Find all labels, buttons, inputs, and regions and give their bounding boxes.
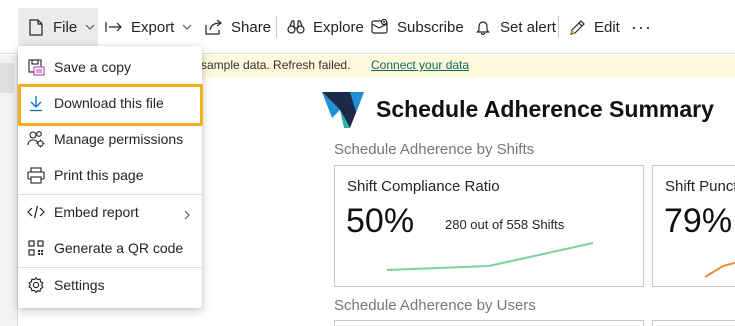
export-button[interactable]: Export [105, 8, 192, 46]
file-icon [27, 18, 45, 36]
qr-code-icon [27, 239, 45, 257]
sparkline [704, 261, 735, 278]
toolbar-divider [276, 16, 277, 38]
menu-item-label: Manage permissions [54, 131, 184, 147]
menu-item-label: Generate a QR code [54, 240, 184, 256]
download-highlight-box [18, 84, 203, 126]
chevron-right-icon [182, 207, 192, 220]
more-options-button[interactable]: ··· [631, 8, 652, 46]
kpi-card-partial [334, 320, 644, 326]
sparkline [386, 242, 594, 271]
pencil-icon [568, 18, 586, 36]
chevron-down-icon [182, 22, 192, 32]
explore-label: Explore [313, 18, 364, 36]
kpi-card-partial [652, 320, 735, 326]
share-button[interactable]: Share [205, 8, 271, 46]
menu-item-print-this-page[interactable]: Print this page [18, 158, 202, 192]
file-label: File [53, 18, 78, 36]
embed-code-icon [27, 203, 45, 221]
edit-label: Edit [594, 18, 620, 36]
binoculars-icon [287, 18, 305, 36]
explore-button[interactable]: Explore [287, 8, 364, 46]
report-title: Schedule Adherence Summary [376, 96, 714, 122]
menu-item-save-a-copy[interactable]: Save a copy [18, 50, 202, 84]
menu-item-label: Save a copy [54, 59, 132, 75]
connect-data-link[interactable]: Connect your data [371, 58, 469, 72]
manage-permissions-icon [27, 130, 45, 148]
section-heading: Schedule Adherence by Users [334, 297, 536, 314]
left-nav-pane [0, 55, 18, 326]
export-label: Export [131, 18, 175, 36]
bell-icon [474, 18, 492, 36]
menu-item-settings[interactable]: Settings [18, 268, 202, 302]
print-icon [27, 166, 45, 184]
menu-item-label: Settings [54, 277, 105, 293]
set-alert-button[interactable]: Set alert [474, 8, 556, 46]
more-options-label: ··· [631, 16, 652, 37]
subscribe-label: Subscribe [397, 18, 464, 36]
left-nav-selected-item[interactable] [0, 63, 14, 93]
share-label: Share [231, 18, 272, 36]
menu-item-label: Print this page [54, 167, 144, 183]
save-copy-icon [27, 58, 45, 76]
kpi-card[interactable]: Shift Punct 79% [652, 165, 735, 287]
menu-item-embed-report[interactable]: Embed report [18, 195, 202, 229]
file-menu-button[interactable]: File [18, 8, 98, 46]
kpi-card[interactable]: Shift Compliance Ratio 50% 280 out of 55… [334, 165, 644, 287]
report-logo [322, 92, 364, 128]
edit-button[interactable]: Edit [568, 8, 620, 46]
share-icon [205, 18, 223, 36]
subscribe-mail-icon [371, 18, 389, 36]
set-alert-label: Set alert [500, 18, 556, 36]
gear-icon [27, 276, 45, 294]
chevron-down-icon [85, 22, 95, 32]
menu-item-generate-qr-code[interactable]: Generate a QR code [18, 231, 202, 265]
export-arrow-icon [105, 18, 123, 36]
notification-text: sample data. Refresh failed. [201, 58, 351, 72]
menu-item-label: Embed report [54, 204, 139, 220]
section-heading: Schedule Adherence by Shifts [334, 141, 535, 158]
subscribe-button[interactable]: Subscribe [371, 8, 464, 46]
toolbar-divider [558, 16, 559, 38]
menu-item-manage-permissions[interactable]: Manage permissions [18, 122, 202, 156]
